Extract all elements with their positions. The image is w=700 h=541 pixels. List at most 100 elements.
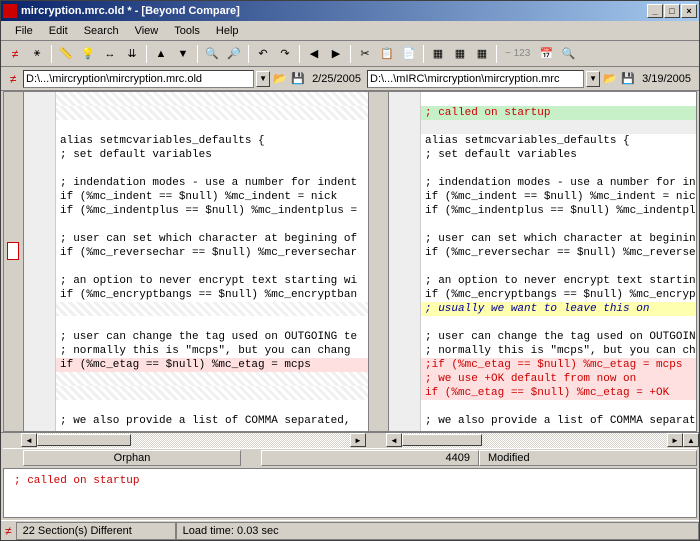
code-line[interactable]: ; user can set which character at begini… xyxy=(56,232,368,246)
star-icon[interactable]: ⚹ xyxy=(27,44,47,64)
code-line[interactable]: ; user can change the tag used on OUTGOI… xyxy=(56,330,368,344)
menu-tools[interactable]: Tools xyxy=(166,23,208,39)
copy-left-icon[interactable]: ◀ xyxy=(304,44,324,64)
maximize-button[interactable]: □ xyxy=(664,4,680,18)
code-line[interactable]: alias setmcvariables_defaults { xyxy=(421,134,696,148)
ruler-icon[interactable]: 📏 xyxy=(56,44,76,64)
code-line[interactable]: ; an option to never encrypt text starti… xyxy=(421,274,696,288)
minimize-button[interactable]: _ xyxy=(647,4,663,18)
left-path-input[interactable] xyxy=(23,70,254,88)
code-line[interactable]: if (%mc_etag == $null) %mc_etag = mcps xyxy=(56,358,368,372)
code-line[interactable]: ; an option to never encrypt text starti… xyxy=(56,274,368,288)
copy-icon[interactable]: 📋 xyxy=(377,44,397,64)
code-line[interactable]: if (%mc_encryptbangs == $null) %mc_encry… xyxy=(56,288,368,302)
code-line[interactable]: if (%mc_indentplus == $null) %mc_indentp… xyxy=(421,204,696,218)
code-line[interactable]: ; user can change the tag used on OUTGOI… xyxy=(421,330,696,344)
bulb-icon[interactable]: 💡 xyxy=(78,44,98,64)
code-line[interactable] xyxy=(56,316,368,330)
menu-view[interactable]: View xyxy=(127,23,167,39)
pane-statusbar: Orphan 4409 Modified xyxy=(3,448,697,466)
app-icon xyxy=(3,4,17,18)
code-line[interactable]: if (%mc_reversechar == $null) %mc_revers… xyxy=(421,246,696,260)
close-button[interactable]: × xyxy=(681,4,697,18)
code-line[interactable]: if (%mc_indent == $null) %mc_indent = ni… xyxy=(421,190,696,204)
code-line[interactable] xyxy=(56,302,368,316)
code-line[interactable]: if (%mc_encryptbangs == $null) %mc_encry… xyxy=(421,288,696,302)
code-line[interactable] xyxy=(56,400,368,414)
find-icon[interactable]: 🔍 xyxy=(202,44,222,64)
next-diff-icon[interactable]: ▼ xyxy=(173,44,193,64)
code-line[interactable] xyxy=(56,106,368,120)
menu-help[interactable]: Help xyxy=(208,23,247,39)
bottom-pane[interactable]: ; called on startup xyxy=(3,468,697,518)
magnify-icon[interactable]: 🔍 xyxy=(558,44,578,64)
code-line[interactable]: ; normally this is "mcps", but you can c… xyxy=(421,344,696,358)
right-path-input[interactable] xyxy=(367,70,584,88)
code-line[interactable] xyxy=(56,162,368,176)
code-line[interactable] xyxy=(56,120,368,134)
code-line[interactable]: if (%mc_indent == $null) %mc_indent = ni… xyxy=(56,190,368,204)
copy-right-icon[interactable]: ▶ xyxy=(326,44,346,64)
code-line[interactable]: if (%mc_reversechar == $null) %mc_revers… xyxy=(56,246,368,260)
code-line[interactable]: ; set default variables xyxy=(56,148,368,162)
code-line[interactable]: if (%mc_indentplus == $null) %mc_indentp… xyxy=(56,204,368,218)
scroll-right[interactable]: ► xyxy=(350,433,366,447)
right-open-icon[interactable]: 📂 xyxy=(602,71,618,87)
code-line[interactable] xyxy=(421,120,696,134)
left-save-icon[interactable]: 💾 xyxy=(290,71,306,87)
unequal-icon[interactable]: ≠ xyxy=(5,44,25,64)
code-line[interactable]: ; called on startup xyxy=(421,106,696,120)
thumbnail-viewport[interactable] xyxy=(7,242,19,260)
scrollbars: ◄ ► ◄ ► ▲ xyxy=(1,432,699,448)
merge-b-icon[interactable]: ▦ xyxy=(450,44,470,64)
code-line[interactable]: ; we also provide a list of COMMA separa… xyxy=(56,414,368,428)
scroll-right2[interactable]: ► xyxy=(667,433,683,447)
code-line[interactable] xyxy=(421,400,696,414)
code-line[interactable] xyxy=(56,260,368,274)
left-pane[interactable]: alias setmcvariables_defaults { ; set de… xyxy=(24,92,369,431)
code-line[interactable] xyxy=(56,218,368,232)
code-line[interactable]: ; indendation modes - use a number for i… xyxy=(56,176,368,190)
right-save-icon[interactable]: 💾 xyxy=(620,71,636,87)
left-path-dropdown[interactable]: ▼ xyxy=(256,71,270,87)
scroll-left[interactable]: ◄ xyxy=(21,433,37,447)
code-line[interactable] xyxy=(56,372,368,386)
code-line[interactable]: ; we use +OK default from now on xyxy=(421,372,696,386)
code-line[interactable]: ; usually we want to leave this on xyxy=(421,302,696,316)
thumbnail-column[interactable] xyxy=(4,92,24,431)
code-line[interactable] xyxy=(421,218,696,232)
scroll-up[interactable]: ▲ xyxy=(683,433,699,447)
arrow-horiz-icon[interactable]: ↔ xyxy=(100,44,120,64)
code-line[interactable] xyxy=(421,92,696,106)
merge-c-icon[interactable]: ▦ xyxy=(472,44,492,64)
redo-icon[interactable]: ↷ xyxy=(275,44,295,64)
right-path-dropdown[interactable]: ▼ xyxy=(586,71,600,87)
code-line[interactable]: ; set default variables xyxy=(421,148,696,162)
right-pane[interactable]: ; called on startup alias setmcvariables_… xyxy=(389,92,696,431)
code-line[interactable]: if (%mc_etag == $null) %mc_etag = +OK xyxy=(421,386,696,400)
calendar-icon[interactable]: 📅 xyxy=(536,44,556,64)
menu-file[interactable]: File xyxy=(7,23,41,39)
code-line[interactable]: ; we also provide a list of COMMA separa… xyxy=(421,414,696,428)
cut-icon[interactable]: ✂ xyxy=(355,44,375,64)
code-line[interactable] xyxy=(56,386,368,400)
code-line[interactable] xyxy=(421,316,696,330)
scroll-left2[interactable]: ◄ xyxy=(386,433,402,447)
code-line[interactable] xyxy=(421,260,696,274)
code-line[interactable] xyxy=(421,162,696,176)
undo-icon[interactable]: ↶ xyxy=(253,44,273,64)
code-line[interactable]: alias setmcvariables_defaults { xyxy=(56,134,368,148)
code-line[interactable]: ; normally this is "mcps", but you can c… xyxy=(56,344,368,358)
code-line[interactable]: ;if (%mc_etag == $null) %mc_etag = mcps xyxy=(421,358,696,372)
arrows-down-icon[interactable]: ⇊ xyxy=(122,44,142,64)
prev-diff-icon[interactable]: ▲ xyxy=(151,44,171,64)
left-open-icon[interactable]: 📂 xyxy=(272,71,288,87)
paste-icon[interactable]: 📄 xyxy=(399,44,419,64)
merge-a-icon[interactable]: ▦ xyxy=(428,44,448,64)
menu-search[interactable]: Search xyxy=(76,23,127,39)
menu-edit[interactable]: Edit xyxy=(41,23,76,39)
code-line[interactable]: ; indendation modes - use a number for i… xyxy=(421,176,696,190)
find-next-icon[interactable]: 🔎 xyxy=(224,44,244,64)
code-line[interactable] xyxy=(56,92,368,106)
code-line[interactable]: ; user can set which character at begini… xyxy=(421,232,696,246)
